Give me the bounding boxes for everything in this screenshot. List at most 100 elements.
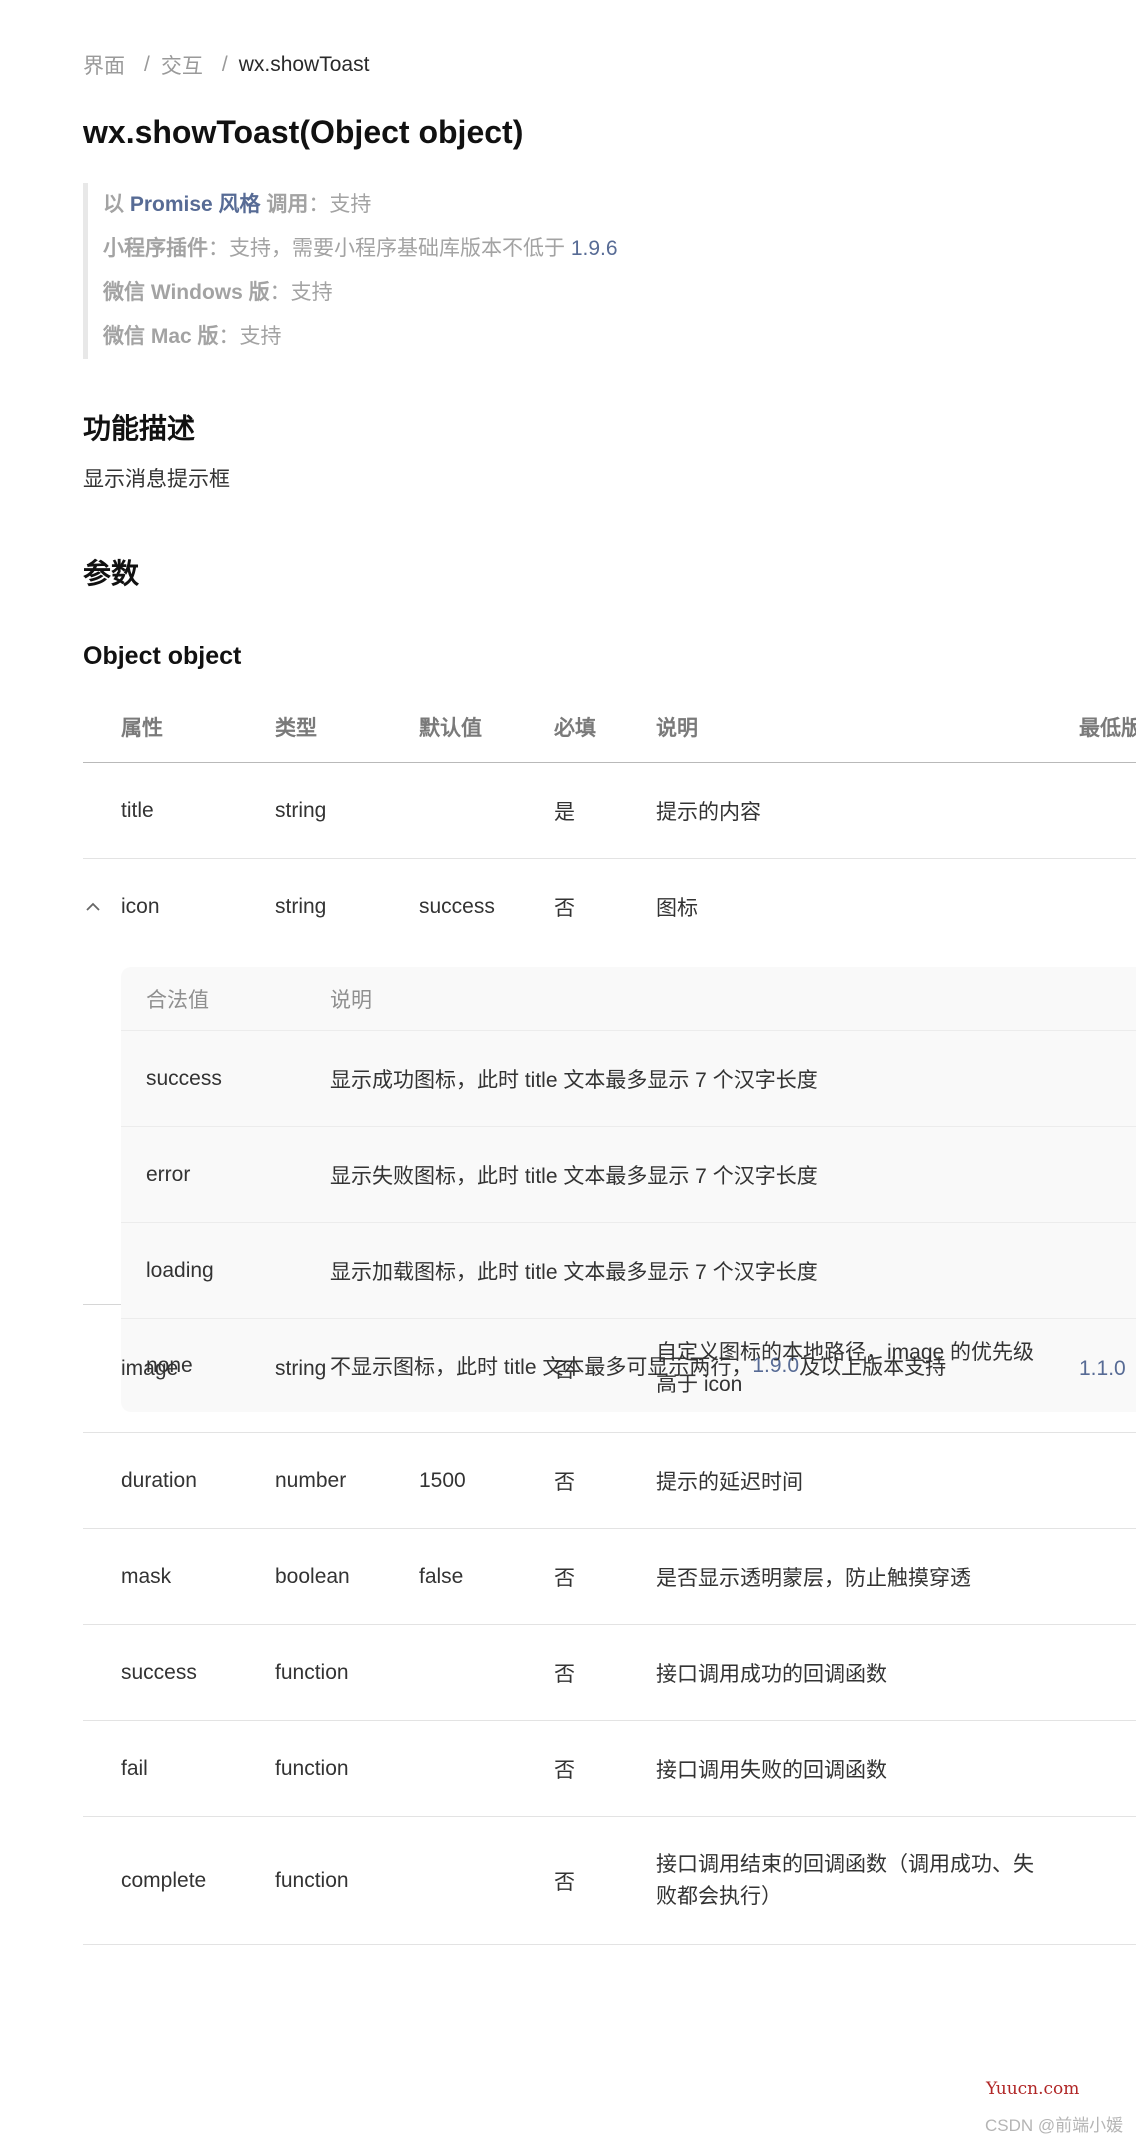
cell-required: 是	[554, 800, 575, 824]
cell-property: icon	[121, 894, 160, 918]
cell-type: function	[275, 1660, 349, 1684]
nested-header-description: 说明	[330, 988, 372, 1012]
cell-description: 提示的延迟时间	[656, 1470, 803, 1494]
cell-required: 否	[554, 1566, 575, 1590]
table-row: complete function 否 接口调用结束的回调函数（调用成功、失败都…	[83, 1817, 1136, 1945]
cell-property: mask	[121, 1564, 172, 1588]
cell-min-version[interactable]: 1.1.0	[1079, 1305, 1136, 1432]
cell-description: 接口调用结束的回调函数（调用成功、失败都会执行）	[656, 1852, 1034, 1908]
cell-type: function	[275, 1756, 349, 1780]
cell-min-version	[1079, 763, 1136, 858]
support-mac-label: 微信 Mac 版	[103, 325, 219, 348]
cell-required: 否	[554, 896, 575, 920]
cell-property: duration	[121, 1468, 197, 1492]
support-plugin-label: 小程序插件	[103, 237, 208, 260]
cell-property: title	[121, 798, 154, 822]
cell-default: success	[419, 894, 495, 918]
icon-value: success	[146, 1066, 222, 1090]
cell-default: 1500	[419, 1468, 466, 1492]
cell-property: success	[121, 1660, 197, 1684]
cell-min-version	[1079, 1721, 1136, 1816]
cell-type: function	[275, 1868, 349, 1892]
cell-min-version	[1079, 859, 1136, 954]
icon-values-container: 合法值 说明 success 显示成功图标，此时 title 文本最多显示 7 …	[83, 954, 1136, 1412]
support-plugin-value: ：支持，需要小程序基础库版本不低于	[208, 237, 565, 260]
table-header: 属性 类型 默认值 必填 说明 最低版	[83, 695, 1136, 763]
doc-page: 界面 / 交互 / wx.showToast wx.showToast(Obje…	[83, 0, 1136, 2140]
cell-description: 图标	[656, 896, 698, 920]
support-plugin: 小程序插件：支持，需要小程序基础库版本不低于 1.9.6	[103, 227, 1003, 271]
cell-min-version	[1079, 1817, 1136, 1944]
table-row: title string 是 提示的内容	[83, 763, 1136, 859]
params-table: 属性 类型 默认值 必填 说明 最低版 title string 是 提示的内容…	[83, 695, 1136, 1945]
support-mac-value: ：支持	[218, 325, 282, 348]
cell-type: string	[275, 894, 327, 918]
support-windows-value: ：支持	[269, 281, 333, 304]
breadcrumb-separator: /	[144, 53, 150, 76]
cell-required: 否	[554, 1870, 575, 1894]
cell-property: fail	[121, 1756, 148, 1780]
breadcrumb-item-ui[interactable]: 界面	[83, 50, 125, 80]
cell-min-version	[1079, 1433, 1136, 1528]
icon-value-description: 显示成功图标，此时 title 文本最多显示 7 个汉字长度	[330, 1068, 818, 1092]
feature-description: 显示消息提示框	[83, 468, 230, 491]
cell-required: 否	[554, 1470, 575, 1494]
header-default: 默认值	[419, 717, 482, 740]
cell-min-version	[1079, 1625, 1136, 1720]
support-info: 以 Promise 风格 调用：支持 小程序插件：支持，需要小程序基础库版本不低…	[83, 183, 1003, 359]
cell-description: 自定义图标的本地路径，image 的优先级高于 icon	[656, 1340, 1035, 1396]
breadcrumb-separator: /	[221, 53, 228, 76]
list-item: success 显示成功图标，此时 title 文本最多显示 7 个汉字长度	[121, 1031, 1136, 1127]
cell-type: number	[275, 1468, 347, 1492]
support-promise-prefix: 以	[103, 193, 124, 216]
cell-type: string	[275, 798, 327, 822]
params-heading: 参数	[83, 558, 140, 589]
table-row: success function 否 接口调用成功的回调函数	[83, 1625, 1136, 1721]
chevron-up-icon[interactable]	[83, 859, 103, 954]
nested-table-header: 合法值 说明	[121, 967, 1136, 1031]
table-row: duration number 1500 否 提示的延迟时间	[83, 1433, 1136, 1529]
promise-style-link[interactable]: Promise 风格	[130, 193, 261, 216]
support-promise-value: ：支持	[308, 193, 372, 216]
breadcrumb: 界面 / 交互 / wx.showToast	[83, 50, 369, 80]
support-mac: 微信 Mac 版：支持	[103, 315, 1003, 359]
cell-default	[419, 763, 549, 858]
table-row-icon[interactable]: icon string success 否 图标	[83, 859, 1136, 954]
table-row: mask boolean false 否 是否显示透明蒙层，防止触摸穿透	[83, 1529, 1136, 1625]
cell-description: 是否显示透明蒙层，防止触摸穿透	[656, 1566, 971, 1590]
cell-default	[419, 1721, 549, 1816]
cell-required: 否	[554, 1758, 575, 1782]
cell-default	[419, 1625, 549, 1720]
cell-type: string	[275, 1356, 327, 1380]
cell-description: 接口调用成功的回调函数	[656, 1662, 887, 1686]
support-windows-label: 微信 Windows 版	[103, 281, 270, 304]
breadcrumb-current: wx.showToast	[238, 53, 370, 76]
cell-required: 否	[554, 1358, 575, 1382]
header-description: 说明	[656, 717, 698, 740]
cell-default: false	[419, 1564, 464, 1588]
nested-header-value: 合法值	[146, 988, 209, 1012]
cell-required: 否	[554, 1662, 575, 1686]
cell-type: boolean	[275, 1564, 350, 1588]
icon-value-description: 显示加载图标，此时 title 文本最多显示 7 个汉字长度	[330, 1260, 818, 1284]
header-type: 类型	[275, 717, 317, 740]
cell-property: complete	[121, 1868, 207, 1892]
header-property: 属性	[121, 717, 163, 740]
support-promise: 以 Promise 风格 调用：支持	[103, 183, 1003, 227]
list-item: error 显示失败图标，此时 title 文本最多显示 7 个汉字长度	[121, 1127, 1136, 1223]
icon-value: error	[146, 1162, 191, 1186]
breadcrumb-item-interaction[interactable]: 交互	[161, 50, 203, 80]
feature-heading: 功能描述	[83, 413, 196, 444]
icon-value: loading	[146, 1258, 214, 1282]
cell-description: 接口调用失败的回调函数	[656, 1758, 887, 1782]
icon-value-description: 显示失败图标，此时 title 文本最多显示 7 个汉字长度	[330, 1164, 818, 1188]
header-required: 必填	[554, 717, 596, 740]
cell-min-version	[1079, 1529, 1136, 1624]
cell-default	[419, 1817, 549, 1944]
object-heading: Object object	[83, 642, 242, 670]
site-watermark: Yuucn.com	[986, 2079, 1080, 2099]
author-watermark: CSDN @前端小媛	[985, 2116, 1124, 2135]
page-title: wx.showToast(Object object)	[83, 114, 524, 150]
cell-default	[419, 1305, 549, 1432]
plugin-version-link[interactable]: 1.9.6	[571, 237, 618, 260]
